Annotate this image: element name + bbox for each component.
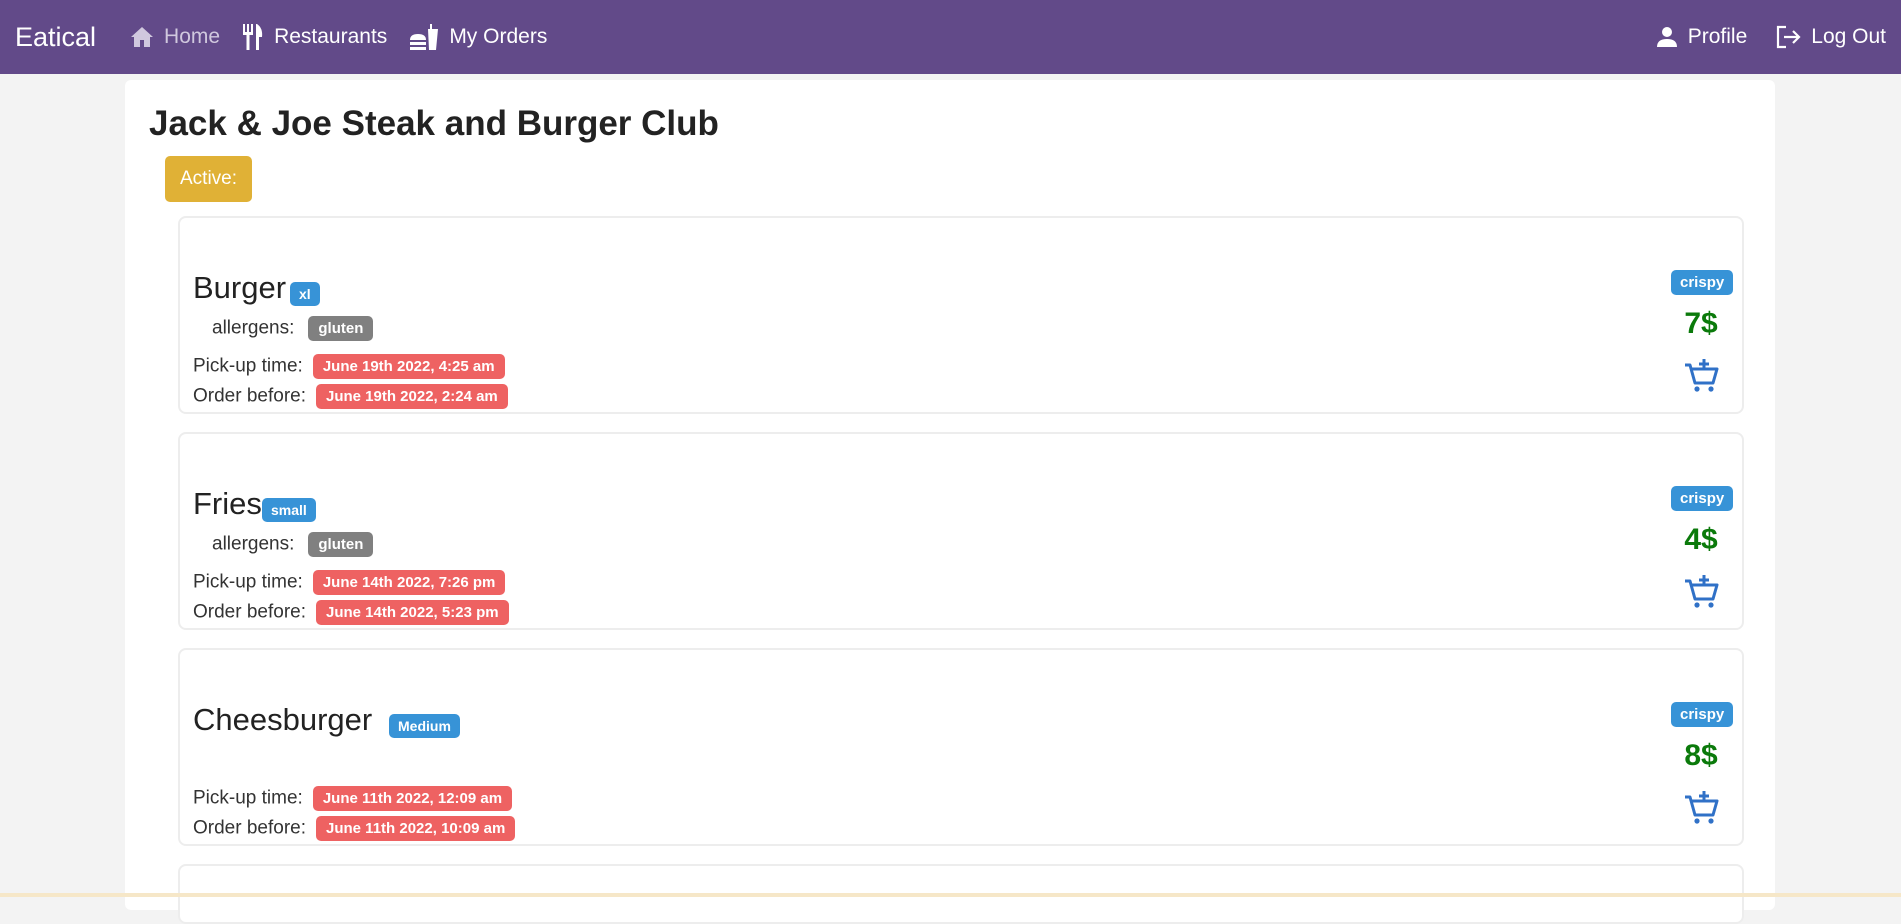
- order-before-row: Order before: June 11th 2022, 10:09 am: [193, 816, 516, 841]
- pickup-label: Pick-up time:: [193, 571, 303, 593]
- nav-logout[interactable]: Log Out: [1775, 25, 1886, 49]
- offer-card: Fries small allergens: gluten Pick-up tim…: [178, 432, 1744, 630]
- order-before-label: Order before:: [193, 385, 306, 407]
- tag-badge: crispy: [1671, 486, 1734, 511]
- pickup-row: Pick-up time: June 19th 2022, 4:25 am: [193, 354, 505, 379]
- pickup-row: Pick-up time: June 14th 2022, 7:26 pm: [193, 570, 506, 595]
- order-before-row: Order before: June 19th 2022, 2:24 am: [193, 384, 508, 409]
- offer-card: Cheesburger Medium Pick-up time: June 11t…: [178, 648, 1744, 846]
- pickup-time-badge: June 14th 2022, 7:26 pm: [312, 570, 506, 595]
- add-to-cart-icon[interactable]: [1683, 357, 1719, 393]
- allergen-row: allergens: gluten: [212, 316, 374, 341]
- top-navbar: Eatical Home Restaurants My Orders Profi…: [0, 0, 1901, 74]
- size-badge: Medium: [389, 714, 460, 738]
- order-before-badge: June 14th 2022, 5:23 pm: [316, 600, 509, 625]
- nav-home[interactable]: Home: [130, 25, 220, 49]
- price: 4$: [1684, 523, 1718, 556]
- pickup-time-badge: June 19th 2022, 4:25 am: [312, 354, 505, 379]
- allergen-row: allergens: gluten: [212, 532, 374, 557]
- allergens-label: allergens:: [212, 317, 295, 339]
- size-badge: xl: [290, 282, 320, 306]
- order-before-row: Order before: June 14th 2022, 5:23 pm: [193, 600, 509, 625]
- status-badge: Active:: [165, 156, 253, 202]
- logout-icon: [1777, 25, 1801, 49]
- item-name: Fries: [193, 486, 262, 521]
- home-icon: [131, 27, 154, 47]
- order-before-badge: June 11th 2022, 10:09 am: [316, 816, 516, 841]
- nav-logout-label: Log Out: [1811, 25, 1886, 48]
- nav-home-label: Home: [164, 25, 221, 48]
- restaurant-title: Jack & Joe Steak and Burger Club: [149, 104, 719, 143]
- size-badge: small: [262, 498, 316, 522]
- pickup-time-badge: June 11th 2022, 12:09 am: [312, 786, 513, 811]
- allergens-label: allergens:: [212, 533, 295, 555]
- tag-badge: crispy: [1671, 702, 1734, 727]
- allergen-badge: gluten: [308, 532, 374, 557]
- restaurant-panel: Jack & Joe Steak and Burger Club Active:…: [125, 80, 1775, 924]
- nav-profile[interactable]: Profile: [1656, 25, 1748, 49]
- offer-card: Burger xl allergens: gluten Pick-up time:…: [178, 216, 1744, 414]
- tag-badge: crispy: [1671, 270, 1734, 295]
- add-to-cart-icon[interactable]: [1683, 789, 1719, 825]
- order-before-label: Order before:: [193, 601, 306, 623]
- item-name: Burger: [193, 270, 287, 305]
- price-column: crispy 8$: [1671, 702, 1734, 825]
- pickup-label: Pick-up time:: [193, 355, 303, 377]
- add-to-cart-icon[interactable]: [1683, 573, 1719, 609]
- nav-restaurants[interactable]: Restaurants: [242, 23, 387, 51]
- nav-my-orders-label: My Orders: [449, 25, 548, 48]
- utensils-icon: [243, 24, 263, 50]
- item-name: Cheesburger: [193, 702, 373, 737]
- order-before-label: Order before:: [193, 817, 306, 839]
- brand-logo[interactable]: Eatical: [15, 22, 96, 53]
- price: 7$: [1684, 307, 1718, 340]
- allergen-badge: gluten: [308, 316, 374, 341]
- nav-my-orders[interactable]: My Orders: [409, 23, 547, 51]
- person-icon: [1656, 27, 1677, 47]
- price-column: crispy 4$: [1671, 486, 1734, 609]
- order-before-badge: June 19th 2022, 2:24 am: [316, 384, 508, 409]
- pickup-row: Pick-up time: June 11th 2022, 12:09 am: [193, 786, 513, 811]
- price: 8$: [1684, 739, 1718, 772]
- nav-profile-label: Profile: [1687, 25, 1748, 48]
- nav-right-group: Profile Log Out: [1628, 25, 1886, 49]
- takeout-food-icon: [410, 24, 439, 50]
- price-column: crispy 7$: [1671, 270, 1734, 393]
- pickup-label: Pick-up time:: [193, 787, 303, 809]
- nav-restaurants-label: Restaurants: [274, 25, 388, 48]
- bottom-strip: [0, 893, 1901, 897]
